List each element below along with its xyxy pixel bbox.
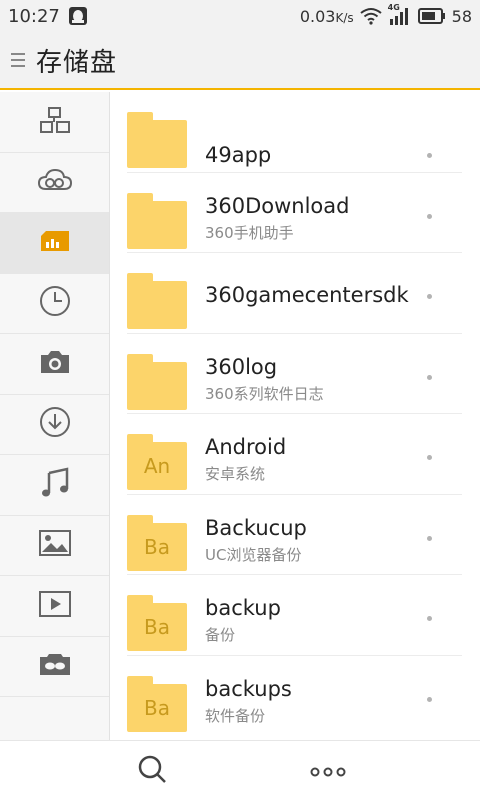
more-dot-icon[interactable] — [427, 455, 432, 460]
file-desc: 备份 — [205, 626, 236, 644]
more-dot-icon[interactable] — [427, 616, 432, 621]
more-dot-icon[interactable] — [427, 535, 432, 541]
more-button[interactable] — [288, 741, 368, 801]
search-button[interactable] — [112, 741, 192, 801]
file-name: 360log — [205, 354, 278, 379]
list-item[interactable]: 360log 360系列软件日志 — [111, 334, 480, 414]
folder-icon — [127, 112, 187, 168]
sidebar-item-recent[interactable] — [0, 274, 109, 334]
vr-glasses-icon — [39, 652, 71, 680]
file-name: Android — [205, 435, 287, 459]
sidebar-item-sd-card[interactable] — [0, 213, 109, 274]
file-name: 49app — [205, 143, 272, 167]
file-desc: 软件备份 — [205, 706, 266, 725]
more-dot-icon[interactable] — [427, 696, 432, 702]
file-name: 360gamecentersdk — [205, 283, 409, 307]
list-item[interactable]: Ba Backucup UC浏览器备份 — [111, 495, 480, 575]
sidebar-item-music[interactable] — [0, 455, 109, 516]
video-icon — [38, 590, 71, 621]
more-dot-icon[interactable] — [427, 213, 432, 219]
sidebar-item-download[interactable] — [0, 395, 109, 455]
more-icon — [310, 762, 346, 781]
category-icon — [39, 106, 71, 138]
sidebar-item-images[interactable] — [0, 516, 109, 576]
folder-icon — [127, 353, 187, 410]
music-note-icon — [39, 467, 71, 503]
cloud-icon — [37, 168, 72, 196]
folder-abbr: An — [143, 454, 171, 478]
sidebar-item-cloud[interactable] — [0, 153, 109, 213]
file-name: backup — [205, 596, 281, 620]
folder-icon — [127, 192, 187, 249]
status-right: 0.03K/s 4G 58 — [300, 3, 472, 26]
list-item[interactable]: 49app — [111, 92, 480, 173]
app-bar: 存储盘 — [0, 32, 480, 90]
file-list: 49app 360Download 360手机助手 360gamecenters… — [111, 92, 480, 740]
folder-abbr: Ba — [144, 615, 170, 639]
more-dot-icon[interactable] — [427, 374, 432, 380]
sidebar — [0, 92, 110, 742]
sidebar-item-vr[interactable] — [0, 637, 109, 697]
status-bar: 10:27 0.03K/s 4G 58 — [0, 0, 480, 32]
list-item[interactable]: An Android 安卓系统 — [111, 414, 480, 495]
list-item[interactable]: Ba backups 软件备份 — [111, 656, 480, 737]
recent-clock-icon — [39, 285, 71, 321]
folder-icon: Ba — [127, 514, 187, 571]
folder-abbr: Ba — [144, 695, 170, 720]
net-speed-unit: K/s — [335, 10, 354, 25]
file-desc: UC浏览器备份 — [205, 545, 302, 564]
status-time: 10:27 — [8, 5, 60, 27]
camera-icon — [39, 349, 71, 379]
folder-icon: Ba — [127, 595, 187, 651]
more-dot-icon[interactable] — [427, 294, 432, 299]
battery-icon — [417, 8, 446, 24]
sidebar-item-camera[interactable] — [0, 334, 109, 395]
folder-icon: An — [127, 434, 187, 490]
list-item[interactable]: 360gamecentersdk — [111, 253, 480, 334]
sidebar-item-category[interactable] — [0, 92, 109, 153]
folder-icon — [127, 273, 187, 329]
more-dot-icon[interactable] — [427, 153, 432, 158]
sidebar-item-video[interactable] — [0, 576, 109, 637]
download-icon — [39, 406, 71, 442]
list-item[interactable]: 360Download 360手机助手 — [111, 173, 480, 253]
folder-icon: Ba — [127, 675, 187, 732]
file-desc: 360手机助手 — [205, 223, 294, 242]
file-desc: 360系列软件日志 — [205, 384, 324, 403]
battery-percent: 58 — [451, 6, 472, 26]
qq-penguin-icon — [68, 6, 88, 26]
wifi-icon — [360, 7, 382, 25]
signal-icon: 4G — [388, 3, 412, 26]
menu-icon[interactable] — [0, 31, 36, 89]
folder-abbr: Ba — [144, 534, 170, 559]
sd-card-icon — [40, 230, 70, 256]
file-desc: 安卓系统 — [205, 465, 266, 483]
page-title: 存储盘 — [36, 47, 118, 78]
image-icon — [38, 530, 71, 560]
net-speed-value: 0.03 — [299, 6, 336, 26]
file-name: 360Download — [205, 193, 350, 218]
net-speed: 0.03K/s — [300, 7, 354, 26]
list-item[interactable]: Ba backup 备份 — [111, 575, 480, 656]
bottom-bar — [0, 740, 480, 800]
file-name: Backucup — [205, 515, 307, 540]
file-name: backups — [205, 676, 292, 701]
search-icon — [136, 753, 168, 789]
